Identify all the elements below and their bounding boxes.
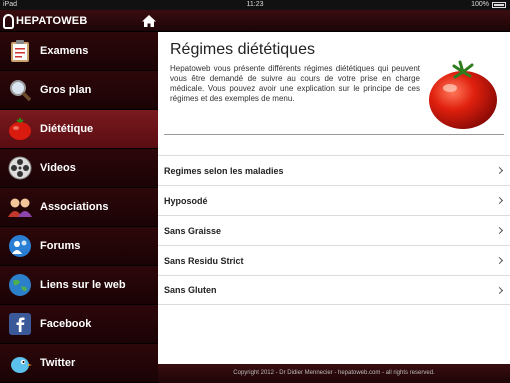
page-title: Régimes diététiques bbox=[170, 41, 315, 58]
chevron-right-icon bbox=[495, 166, 504, 175]
magnifier-icon bbox=[7, 77, 33, 103]
battery-status: 100% bbox=[471, 0, 506, 10]
liver-logo-icon bbox=[3, 13, 14, 29]
list-item[interactable]: Sans Gluten bbox=[158, 275, 510, 305]
section-divider bbox=[164, 134, 504, 135]
list-item-label: Sans Gluten bbox=[164, 285, 217, 295]
app-logo: HEPATOWEB bbox=[3, 13, 87, 29]
chevron-right-icon bbox=[495, 196, 504, 205]
home-icon[interactable] bbox=[141, 13, 157, 29]
status-bar: iPad 11:23 100% bbox=[0, 0, 510, 10]
chevron-right-icon bbox=[495, 256, 504, 265]
sidebar-item-forums[interactable]: Forums bbox=[0, 227, 158, 266]
intro-text: Hepatoweb vous présente différents régim… bbox=[170, 64, 420, 103]
twitter-icon bbox=[7, 350, 33, 376]
sidebar-item-liens[interactable]: Liens sur le web bbox=[0, 266, 158, 305]
list-item[interactable]: Hyposodé bbox=[158, 185, 510, 215]
globe-icon bbox=[7, 272, 33, 298]
sidebar-item-videos[interactable]: Videos bbox=[0, 149, 158, 188]
sidebar-item-dietetique[interactable]: Diététique bbox=[0, 110, 158, 149]
tomato-icon bbox=[7, 116, 33, 142]
sidebar: Examens Gros plan Diététique Videos Asso… bbox=[0, 32, 158, 383]
top-navbar: HEPATOWEB bbox=[0, 10, 510, 32]
forum-icon bbox=[7, 233, 33, 259]
list-item-label: Regimes selon les maladies bbox=[164, 165, 284, 176]
chevron-right-icon bbox=[495, 226, 504, 235]
regimes-list: Regimes selon les maladies Hyposodé Sans… bbox=[158, 155, 510, 305]
list-item-label: Sans Residu Strict bbox=[164, 255, 244, 266]
clock: 11:23 bbox=[246, 1, 264, 8]
battery-icon bbox=[492, 2, 506, 8]
sidebar-item-label: Associations bbox=[40, 201, 109, 213]
sidebar-item-label: Forums bbox=[40, 240, 81, 252]
battery-percent: 100% bbox=[471, 1, 489, 8]
list-item[interactable]: Regimes selon les maladies bbox=[158, 155, 510, 185]
main-content: Régimes diététiques Hepatoweb vous prése… bbox=[158, 32, 510, 364]
copyright-footer: Copyright 2012 - Dr Didier Mennecier - h… bbox=[158, 364, 510, 383]
film-reel-icon bbox=[7, 155, 33, 181]
sidebar-item-label: Videos bbox=[40, 162, 76, 174]
people-icon bbox=[7, 194, 33, 220]
clipboard-icon bbox=[7, 38, 33, 64]
sidebar-item-associations[interactable]: Associations bbox=[0, 188, 158, 227]
sidebar-item-label: Gros plan bbox=[40, 84, 92, 96]
tomato-image bbox=[429, 60, 497, 129]
sidebar-item-label: Examens bbox=[40, 45, 89, 57]
sidebar-item-examens[interactable]: Examens bbox=[0, 32, 158, 71]
sidebar-item-twitter[interactable]: Twitter bbox=[0, 344, 158, 383]
logo-text: HEPATOWEB bbox=[16, 15, 88, 27]
chevron-right-icon bbox=[495, 286, 504, 294]
list-item[interactable]: Sans Graisse bbox=[158, 215, 510, 245]
sidebar-item-label: Diététique bbox=[40, 123, 94, 135]
sidebar-item-label: Facebook bbox=[40, 318, 92, 330]
sidebar-item-label: Liens sur le web bbox=[40, 279, 126, 291]
sidebar-item-label: Twitter bbox=[40, 357, 76, 369]
list-item[interactable]: Sans Residu Strict bbox=[158, 245, 510, 275]
list-item-label: Hyposodé bbox=[164, 195, 208, 206]
sidebar-item-facebook[interactable]: Facebook bbox=[0, 305, 158, 344]
list-item-label: Sans Graisse bbox=[164, 225, 222, 236]
facebook-icon bbox=[7, 311, 33, 337]
sidebar-item-gros-plan[interactable]: Gros plan bbox=[0, 71, 158, 110]
